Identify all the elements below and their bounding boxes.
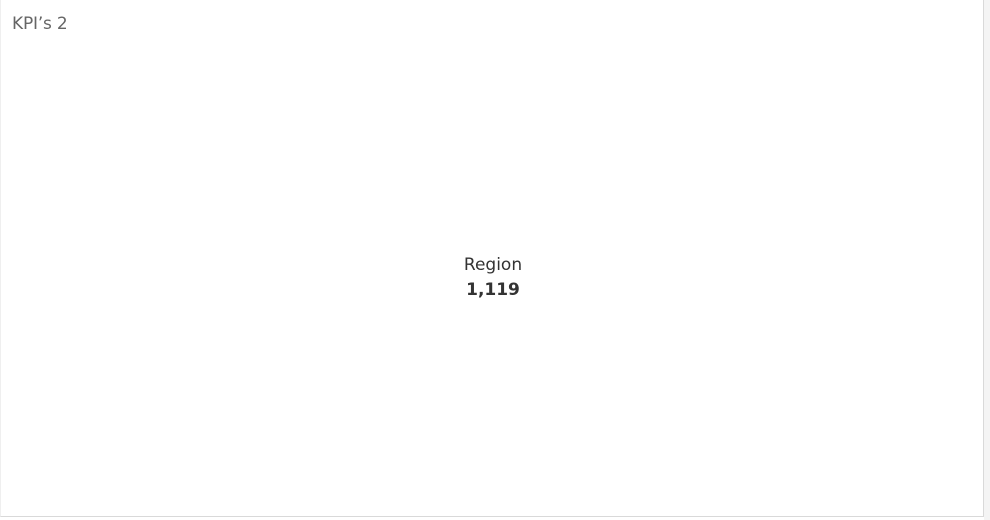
kpi-value: 1,119 bbox=[466, 280, 520, 300]
sheet-title: KPI’s 2 bbox=[12, 14, 68, 34]
kpi-worksheet-panel: KPI’s 2 Region 1,119 bbox=[0, 0, 984, 517]
right-edge-gutter bbox=[984, 0, 990, 520]
kpi-label: Region bbox=[463, 255, 523, 275]
kpi-card: Region 1,119 bbox=[1, 253, 985, 303]
